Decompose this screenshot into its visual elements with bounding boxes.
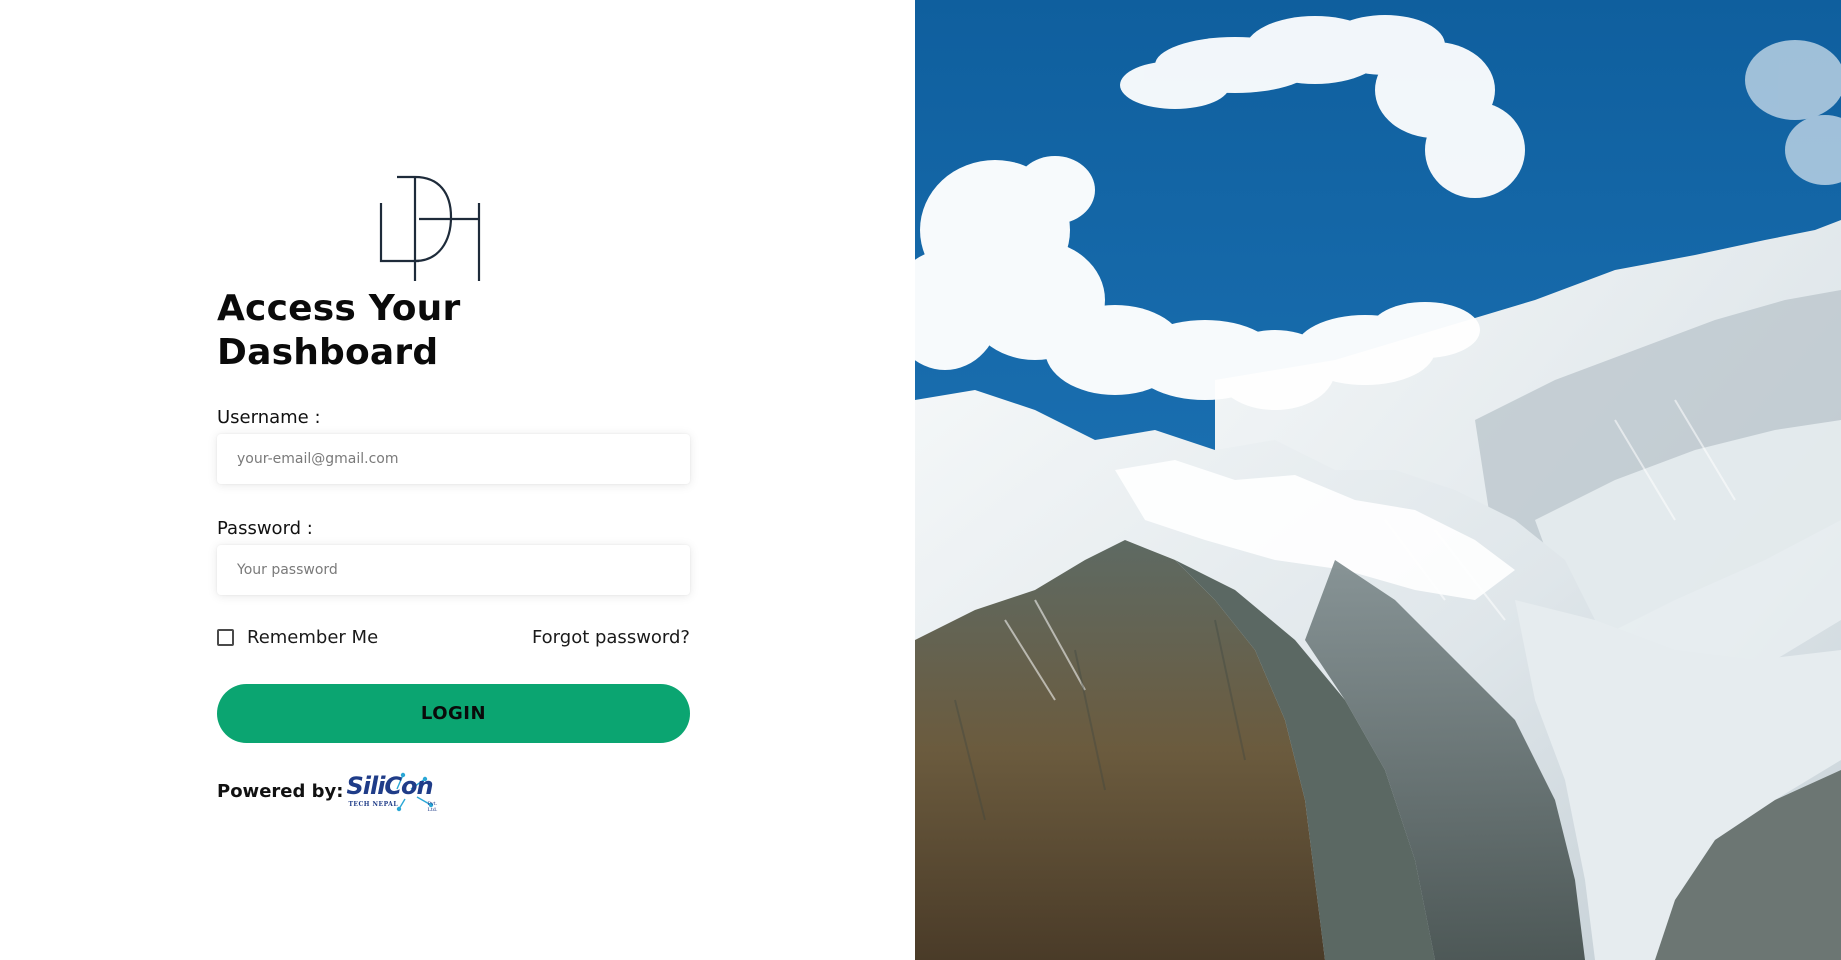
powered-by-label: Powered by: [217,780,344,802]
login-form: Access Your Dashboard Username : Passwor… [217,175,690,813]
powered-by: Powered by: SiliCon TECH NEPAL Pvt. Ltd. [217,769,690,813]
brand-name: SiliCon [346,772,433,800]
remember-me-checkbox[interactable] [217,628,234,646]
hero-image [915,0,1841,960]
company-logo [379,175,481,281]
username-input[interactable] [217,434,690,484]
login-page: Access Your Dashboard Username : Passwor… [0,0,1841,960]
page-title: Access Your Dashboard [217,288,461,373]
mountain-landscape-image [915,0,1841,960]
login-button[interactable]: LOGIN [217,684,690,743]
password-input[interactable] [217,545,690,595]
forgot-password-link[interactable]: Forgot password? [532,627,690,648]
remember-me[interactable]: Remember Me [217,627,378,648]
silicon-brand-logo: SiliCon TECH NEPAL Pvt. Ltd. [345,769,445,813]
password-label: Password : [217,518,313,539]
login-panel: Access Your Dashboard Username : Passwor… [0,0,915,960]
brand-subtitle: TECH NEPAL [348,801,399,808]
username-label: Username : [217,407,321,428]
brand-suffix: Pvt. Ltd. [427,801,438,813]
form-options-row: Remember Me Forgot password? [217,625,690,649]
remember-me-label[interactable]: Remember Me [247,627,378,648]
